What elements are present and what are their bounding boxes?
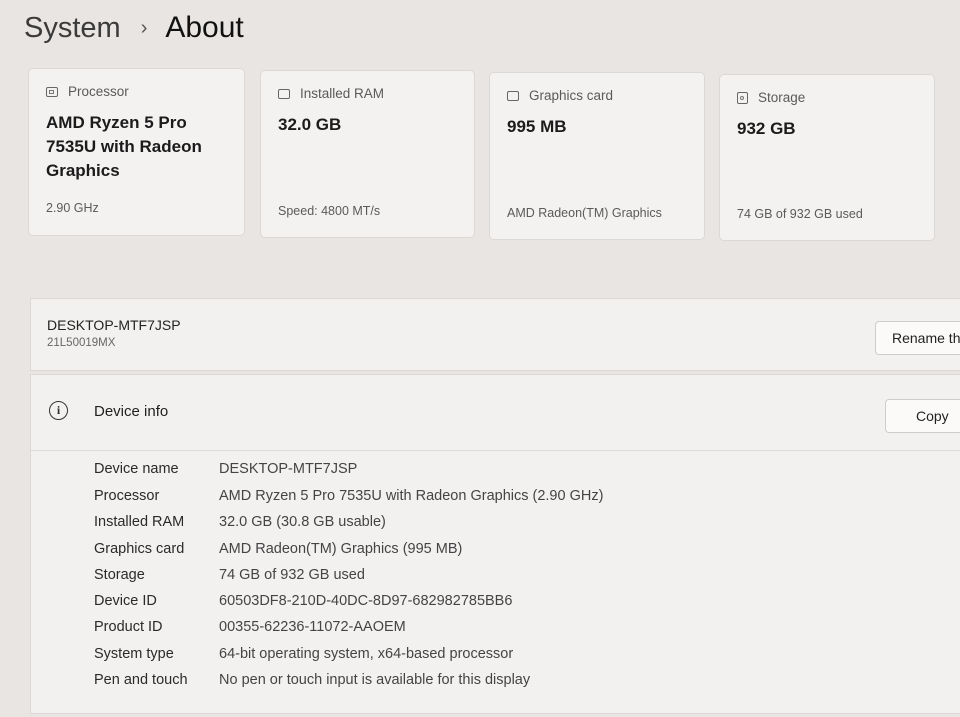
card-subtext: 2.90 GHz [46, 201, 99, 215]
spec-label: Graphics card [94, 541, 185, 557]
chip-icon [46, 86, 58, 97]
spec-row: System type 64-bit operating system, x64… [94, 646, 513, 662]
divider [31, 450, 960, 451]
gpu-icon [507, 90, 519, 101]
card-title: Processor [68, 84, 129, 99]
spec-value[interactable]: AMD Radeon(TM) Graphics (995 MB) [219, 541, 462, 557]
spec-row: Product ID 00355-62236-11072-AAOEM [94, 619, 406, 635]
card-subtext: AMD Radeon(TM) Graphics [507, 206, 662, 220]
info-icon: i [49, 401, 68, 420]
spec-value[interactable]: No pen or touch input is available for t… [219, 672, 530, 688]
card-value: 932 GB [737, 119, 796, 138]
spec-value[interactable]: 00355-62236-11072-AAOEM [219, 619, 406, 635]
device-info-panel: i Device info Copy Device name DESKTOP-M… [30, 374, 960, 714]
spec-row: Device ID 60503DF8-210D-40DC-8D97-682982… [94, 593, 512, 609]
graphics-card: Graphics card 995 MB AMD Radeon(TM) Grap… [489, 72, 705, 240]
copy-button[interactable]: Copy [885, 399, 960, 433]
card-value: 995 MB [507, 117, 567, 136]
spec-label: Installed RAM [94, 514, 185, 530]
spec-row: Storage 74 GB of 932 GB used [94, 567, 365, 583]
storage-card: Storage 932 GB 74 GB of 932 GB used [719, 74, 935, 241]
card-title: Storage [758, 90, 806, 105]
spec-value[interactable]: 64-bit operating system, x64-based proce… [219, 646, 513, 662]
spec-label: Product ID [94, 619, 163, 635]
device-model: 21L50019MX [47, 337, 116, 349]
card-value: AMD Ryzen 5 Pro 7535U with Radeon Graphi… [46, 113, 202, 180]
card-value: 32.0 GB [278, 115, 342, 134]
storage-icon [737, 91, 748, 104]
device-info-title: Device info [94, 403, 169, 420]
spec-row: Installed RAM 32.0 GB (30.8 GB usable) [94, 514, 386, 530]
rename-pc-button[interactable]: Rename th [875, 321, 960, 355]
breadcrumb: System › About [24, 8, 244, 48]
spec-label: Processor [94, 488, 160, 504]
card-title: Installed RAM [300, 86, 385, 101]
spec-value[interactable]: 60503DF8-210D-40DC-8D97-682982785BB6 [219, 593, 512, 609]
device-name: DESKTOP-MTF7JSP [47, 317, 181, 333]
spec-value[interactable]: 74 GB of 932 GB used [219, 567, 365, 583]
spec-value[interactable]: AMD Ryzen 5 Pro 7535U with Radeon Graphi… [219, 488, 603, 504]
breadcrumb-system[interactable]: System [24, 12, 121, 45]
spec-label: Device name [94, 461, 179, 477]
page-title: About [165, 11, 244, 44]
spec-value[interactable]: DESKTOP-MTF7JSP [219, 461, 357, 477]
spec-label: Pen and touch [94, 672, 188, 688]
ram-icon [278, 88, 290, 99]
card-subtext: 74 GB of 932 GB used [737, 207, 863, 221]
spec-label: Device ID [94, 593, 157, 609]
processor-card: Processor AMD Ryzen 5 Pro 7535U with Rad… [28, 68, 245, 236]
spec-label: System type [94, 646, 174, 662]
breadcrumb-separator: › [140, 16, 148, 39]
ram-card: Installed RAM 32.0 GB Speed: 4800 MT/s [260, 70, 475, 238]
spec-row: Pen and touch No pen or touch input is a… [94, 672, 530, 688]
spec-value[interactable]: 32.0 GB (30.8 GB usable) [219, 514, 386, 530]
spec-row: Device name DESKTOP-MTF7JSP [94, 461, 357, 477]
device-name-panel: DESKTOP-MTF7JSP 21L50019MX Rename th [30, 298, 960, 371]
spec-row: Graphics card AMD Radeon(TM) Graphics (9… [94, 541, 462, 557]
spec-label: Storage [94, 567, 145, 583]
card-subtext: Speed: 4800 MT/s [278, 204, 381, 218]
spec-row: Processor AMD Ryzen 5 Pro 7535U with Rad… [94, 488, 603, 504]
card-title: Graphics card [529, 88, 614, 103]
